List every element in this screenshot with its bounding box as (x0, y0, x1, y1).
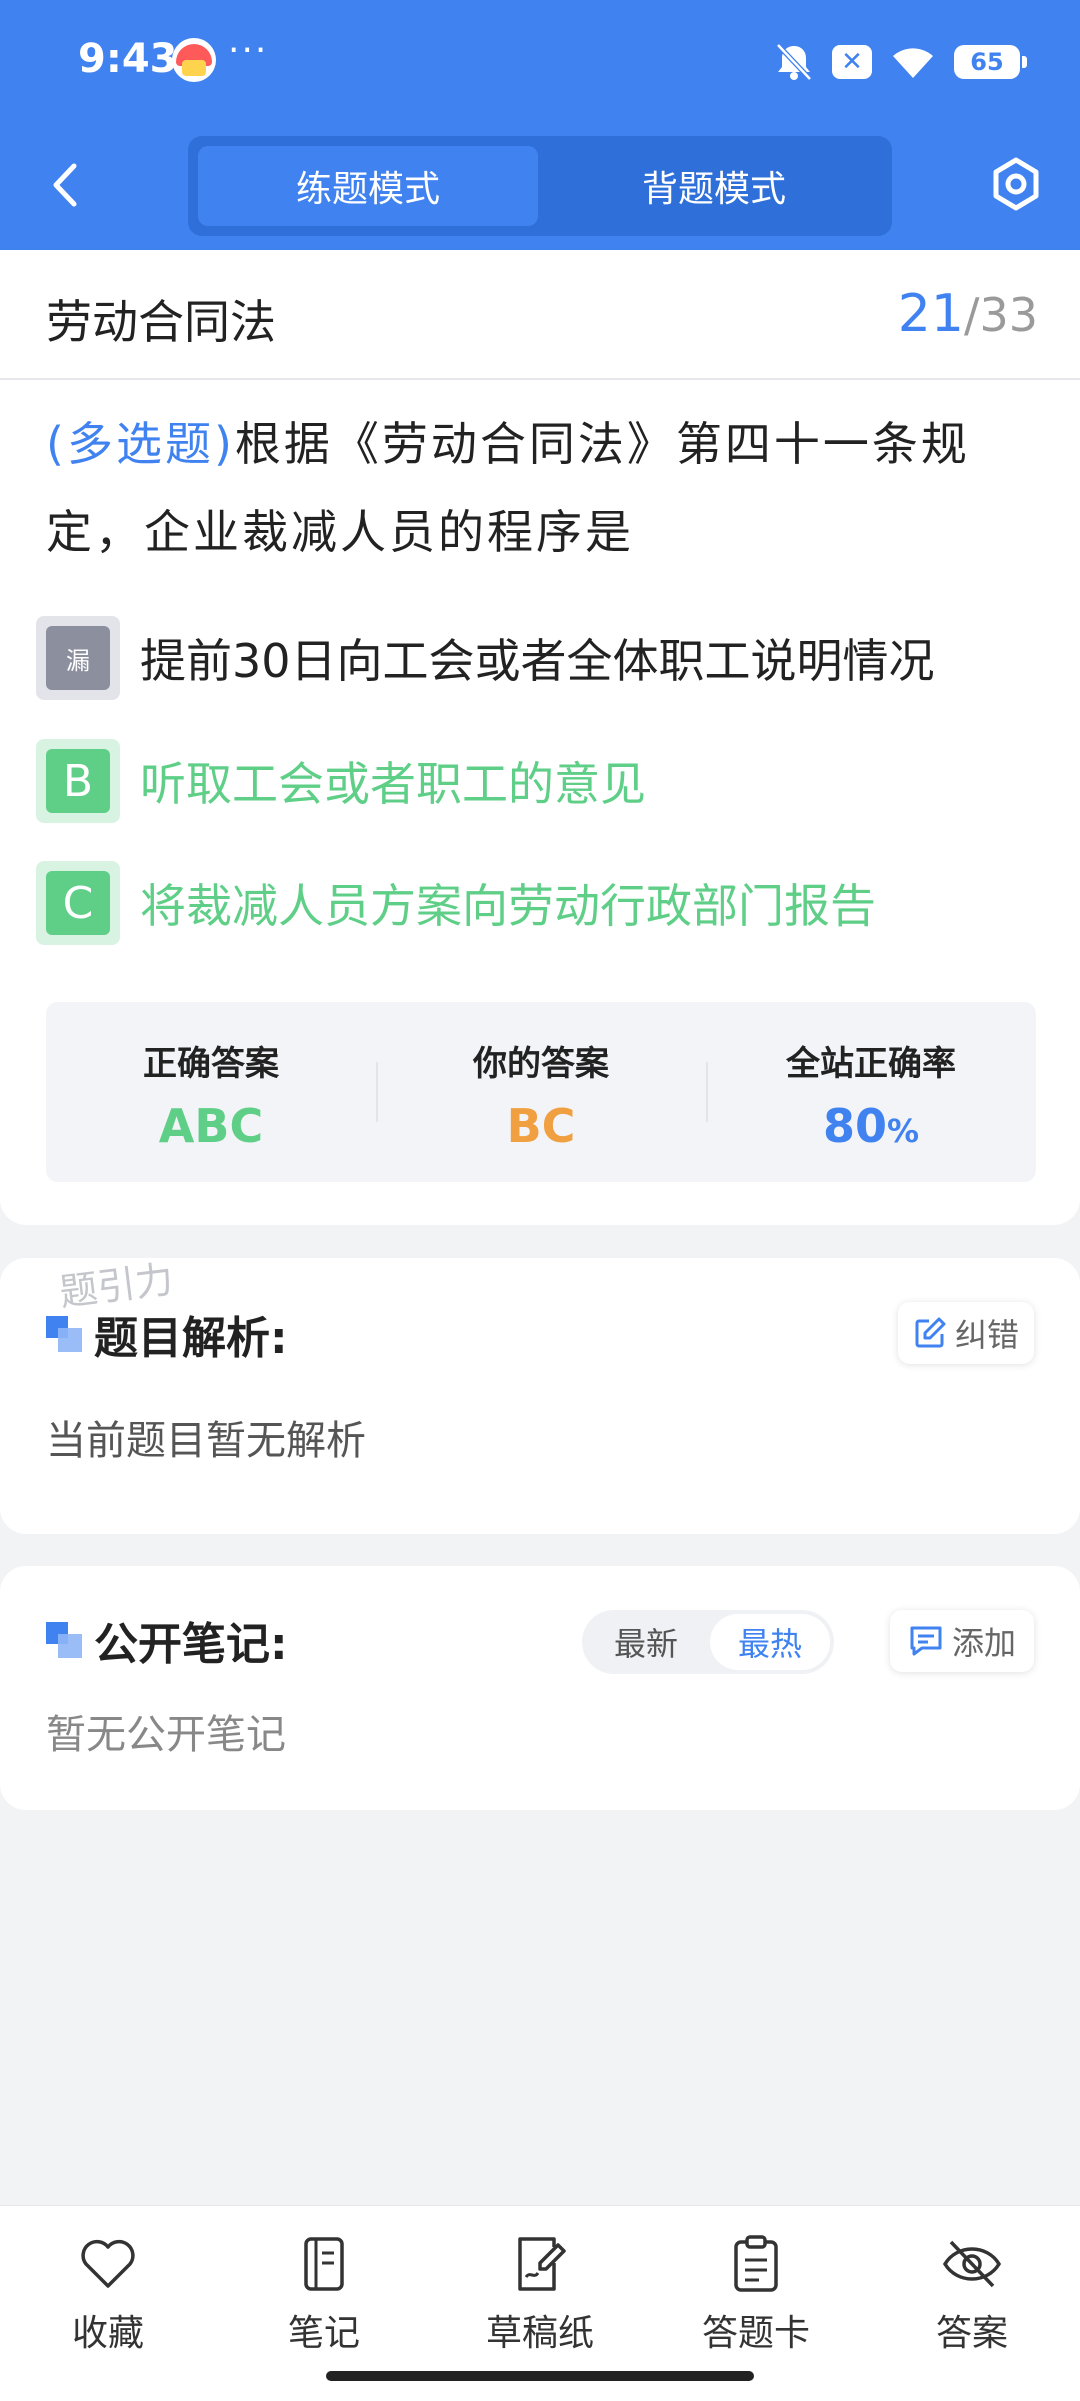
option-a[interactable]: 漏 提前30日向工会或者全体职工说明情况 (36, 614, 1036, 702)
option-text: 听取工会或者职工的意见 (140, 757, 646, 811)
notes-card: 公开笔记: 添加 暂无公开笔记 (0, 1566, 1080, 1810)
nav-label: 笔记 (287, 2313, 360, 2354)
option-b[interactable]: B 听取工会或者职工的意见 (36, 737, 1036, 825)
answer-stats: 正确答案 ABC 你的答案 BC 全站正确率 80% (46, 1002, 1036, 1182)
option-c[interactable]: C 将裁减人员方案向劳动行政部门报告 (36, 859, 1036, 947)
nav-label: 收藏 (71, 2313, 144, 2354)
nav-label: 答案 (935, 2313, 1008, 2354)
question-counter: 21/33 (898, 284, 1038, 344)
accuracy-number: 80 (822, 1099, 887, 1153)
option-badge: B (36, 739, 120, 823)
section-marker-icon (46, 1622, 82, 1658)
app-notification-icon (172, 38, 216, 82)
settings-button[interactable] (984, 150, 1048, 220)
your-answer-value: BC (506, 1099, 576, 1153)
report-error-label: 纠错 (954, 1316, 1019, 1354)
option-text: 将裁减人员方案向劳动行政部门报告 (140, 879, 876, 933)
eye-off-icon (942, 2240, 1002, 2288)
option-badge-label: C (46, 871, 110, 935)
mode-switch: 练题模式 背题模式 (188, 136, 892, 236)
question-type: (多选题) (46, 417, 235, 471)
option-badge-label: 漏 (46, 626, 110, 690)
option-badge: C (36, 861, 120, 945)
home-indicator[interactable] (326, 2371, 754, 2381)
total-count: 33 (979, 288, 1038, 342)
nav-label: 答题卡 (701, 2313, 810, 2354)
status-icons: ✕ 65 (774, 38, 1027, 86)
more-notifications-icon: ··· (228, 30, 269, 71)
accuracy-value: 80% (706, 1099, 1036, 1153)
nav-answer-card[interactable]: 答题卡 (666, 2234, 846, 2356)
correct-answer-stat: 正确答案 ABC (46, 1002, 376, 1182)
app-header: 9:43 ··· ✕ 65 练题模式 背题模式 (0, 0, 1080, 250)
notes-title: 公开笔记: (94, 1619, 288, 1670)
add-note-button[interactable]: 添加 (890, 1610, 1034, 1672)
notes-body: 暂无公开笔记 (46, 1712, 286, 1758)
current-index: 21 (897, 284, 964, 344)
nav-label: 草稿纸 (485, 2313, 594, 2354)
answer-card-icon (734, 2235, 778, 2292)
notebook-icon (304, 2237, 344, 2291)
status-time: 9:43 (78, 36, 178, 82)
tab-practice-mode[interactable]: 练题模式 (198, 146, 538, 226)
subject-row: 劳动合同法 21/33 (0, 250, 1080, 380)
draft-icon (518, 2237, 566, 2291)
wifi-icon (893, 48, 933, 78)
comment-icon (910, 1626, 942, 1656)
nav-answer[interactable]: 答案 (882, 2234, 1062, 2356)
battery-icon: 65 (954, 45, 1027, 79)
heart-icon (81, 2239, 135, 2288)
accuracy-unit: % (886, 1112, 920, 1150)
section-marker-icon (46, 1316, 82, 1352)
option-text: 提前30日向工会或者全体职工说明情况 (140, 634, 935, 688)
question-card: 劳动合同法 21/33 (多选题)根据《劳动合同法》第四十一条规定，企业裁减人员… (0, 250, 1080, 1225)
correct-answer-value: ABC (158, 1099, 264, 1153)
close-app-icon: ✕ (832, 45, 872, 79)
edit-icon (915, 1317, 946, 1348)
gear-icon (993, 157, 1039, 211)
accuracy-stat: 全站正确率 80% (706, 1002, 1036, 1182)
nav-favorite[interactable]: 收藏 (18, 2234, 198, 2356)
sort-latest-button[interactable]: 最新 (586, 1614, 706, 1670)
analysis-title: 题目解析: (94, 1313, 288, 1364)
accuracy-label: 全站正确率 (786, 1044, 956, 1084)
counter-separator: / (963, 288, 980, 342)
mute-bell-icon (776, 43, 812, 81)
tab-memorize-mode[interactable]: 背题模式 (544, 146, 884, 226)
option-badge-label: B (46, 749, 110, 813)
analysis-body: 当前题目暂无解析 (46, 1418, 366, 1464)
chevron-left-icon (53, 163, 77, 207)
nav-draft[interactable]: 草稿纸 (450, 2234, 630, 2356)
sort-hot-button[interactable]: 最热 (710, 1614, 830, 1670)
your-answer-stat: 你的答案 BC (376, 1002, 706, 1182)
nav-notes[interactable]: 笔记 (234, 2234, 414, 2356)
add-note-label: 添加 (951, 1624, 1016, 1662)
option-badge: 漏 (36, 616, 120, 700)
your-answer-label: 你的答案 (473, 1044, 609, 1084)
back-button[interactable] (40, 155, 90, 215)
notes-sort-toggle: 最新 最热 (582, 1610, 834, 1674)
status-bar: 9:43 ··· ✕ 65 (0, 0, 1080, 120)
report-error-button[interactable]: 纠错 (898, 1302, 1034, 1364)
correct-answer-label: 正确答案 (143, 1044, 279, 1084)
question-text: (多选题)根据《劳动合同法》第四十一条规定，企业裁减人员的程序是 (46, 400, 1036, 576)
subject-title: 劳动合同法 (46, 295, 276, 349)
